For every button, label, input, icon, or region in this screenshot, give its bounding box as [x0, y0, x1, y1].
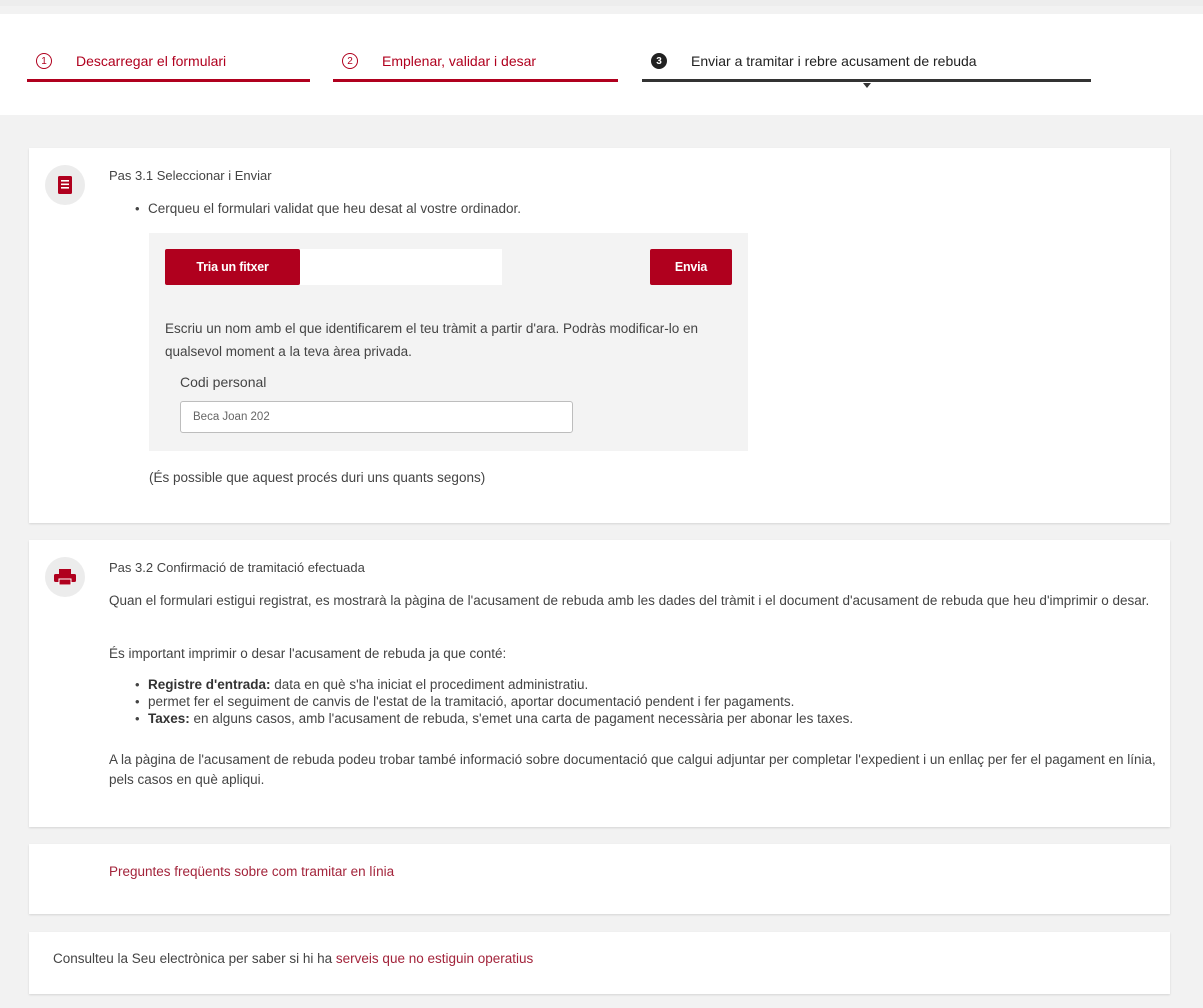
step-bullets: Cerqueu el formulari validat que heu des…: [122, 200, 521, 217]
paragraph: A la pàgina de l'acusament de rebuda pod…: [109, 752, 1156, 787]
item-bold: Registre d'entrada:: [148, 677, 271, 692]
paragraph: És important imprimir o desar l'acusamen…: [109, 646, 507, 661]
upload-panel: Tria un fitxer Envia Escriu un nom amb e…: [149, 233, 748, 451]
printer-icon: [54, 569, 76, 585]
processing-note: (És possible que aquest procés duri uns …: [149, 470, 486, 485]
receipt-contents-list: Registre d'entrada: data en què s'ha ini…: [122, 676, 853, 727]
active-tab-caret-icon: [862, 83, 871, 88]
personal-code-label: Codi personal: [180, 374, 267, 390]
step-title: Pas 3.1 Seleccionar i Enviar: [109, 168, 272, 183]
notice-text: Consulteu la Seu electrònica per saber s…: [53, 951, 336, 966]
step-number-1: 1: [36, 53, 52, 69]
list-item: Taxes: en alguns casos, amb l'acusament …: [122, 710, 853, 727]
document-icon: [58, 176, 72, 194]
list-item: Registre d'entrada: data en què s'ha ini…: [122, 676, 853, 693]
services-notice-card: Consulteu la Seu electrònica per saber s…: [29, 932, 1170, 994]
step-icon-wrapper: [45, 557, 85, 597]
step-title: Pas 3.2 Confirmació de tramitació efectu…: [109, 560, 365, 575]
step-3-2-card: Pas 3.2 Confirmació de tramitació efectu…: [29, 540, 1170, 827]
top-strip: [0, 0, 1203, 6]
step-number-3: 3: [651, 53, 667, 69]
list-item: permet fer el seguiment de canvis de l'e…: [122, 693, 853, 710]
step-number-2: 2: [342, 53, 358, 69]
services-notice: Consulteu la Seu electrònica per saber s…: [53, 951, 533, 966]
list-item: Cerqueu el formulari validat que heu des…: [122, 200, 521, 217]
item-text: data en què s'ha iniciat el procediment …: [270, 677, 589, 692]
tab-label: Emplenar, validar i desar: [382, 53, 537, 69]
send-button[interactable]: Envia: [650, 249, 732, 285]
item-text: en alguns casos, amb l'acusament de rebu…: [189, 711, 854, 726]
choose-file-button[interactable]: Tria un fitxer: [165, 249, 300, 285]
item-text: permet fer el seguiment de canvis de l'e…: [148, 694, 795, 709]
tab-download-form[interactable]: 1 Descarregar el formulari: [27, 51, 310, 82]
non-operational-services-link[interactable]: serveis que no estiguin operatius: [336, 951, 533, 966]
faq-link[interactable]: Preguntes freqüents sobre com tramitar e…: [109, 864, 394, 879]
tab-label: Descarregar el formulari: [76, 53, 227, 69]
step-tabs: 1 Descarregar el formulari 2 Emplenar, v…: [0, 14, 1203, 115]
tab-label: Enviar a tramitar i rebre acusament de r…: [691, 53, 977, 69]
help-text: Escriu un nom amb el que identificarem e…: [165, 321, 699, 359]
item-bold: Taxes:: [148, 711, 190, 726]
step-icon-wrapper: [45, 165, 85, 205]
faq-card: Preguntes freqüents sobre com tramitar e…: [29, 844, 1170, 914]
personal-code-input[interactable]: [180, 401, 573, 433]
file-picker: Tria un fitxer: [165, 249, 505, 285]
paragraph: Quan el formulari estigui registrat, es …: [109, 593, 1150, 608]
file-name-field[interactable]: [300, 249, 502, 285]
step-3-1-card: Pas 3.1 Seleccionar i Enviar Cerqueu el …: [29, 148, 1170, 523]
tab-send-receive[interactable]: 3 Enviar a tramitar i rebre acusament de…: [642, 51, 1091, 88]
tab-fill-validate-save[interactable]: 2 Emplenar, validar i desar: [333, 51, 618, 82]
